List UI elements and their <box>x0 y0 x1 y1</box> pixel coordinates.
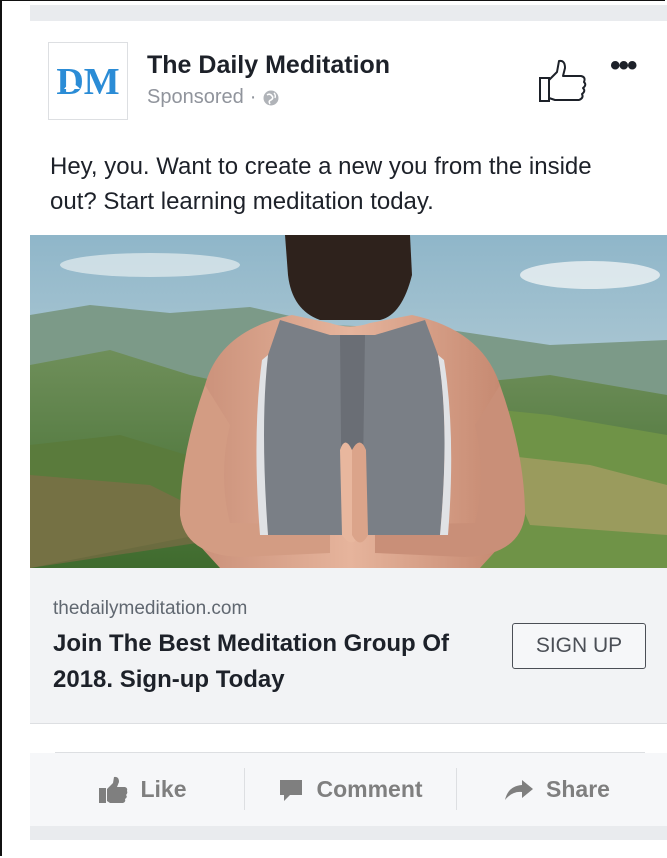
link-preview[interactable]: thedailymeditation.com Join The Best Med… <box>30 568 667 724</box>
meta-separator: · <box>249 86 257 108</box>
meditation-logo-icon: DM <box>56 61 119 101</box>
svg-text:DM: DM <box>56 61 119 101</box>
like-page-button[interactable] <box>537 58 589 104</box>
like-label: Like <box>140 776 187 802</box>
feed-separator-bottom <box>30 826 667 840</box>
comment-icon <box>280 779 303 801</box>
comment-button[interactable]: Comment <box>245 753 456 826</box>
sponsored-line: Sponsored · <box>147 86 280 109</box>
sponsored-label: Sponsored <box>147 86 244 108</box>
link-domain: thedailymeditation.com <box>53 598 248 619</box>
link-headline[interactable]: Join The Best Meditation Group Of 2018. … <box>53 626 493 698</box>
globe-icon <box>263 90 279 105</box>
comment-label: Comment <box>316 776 423 802</box>
meditation-photo <box>30 235 667 568</box>
share-button[interactable]: Share <box>457 753 657 826</box>
thumbs-up-outline-icon <box>539 59 587 102</box>
post-body-text: Hey, you. Want to create a new you from … <box>50 153 592 215</box>
post-image[interactable] <box>30 235 667 568</box>
page-name-link[interactable]: The Daily Meditation <box>147 51 390 80</box>
feed-separator-top <box>30 5 667 21</box>
more-options-button[interactable]: ••• <box>610 51 637 81</box>
page-avatar-logo[interactable]: DM <box>48 42 128 120</box>
thumbs-up-icon <box>99 776 128 803</box>
post-action-bar: Like Comment Share <box>30 753 667 826</box>
like-button[interactable]: Like <box>40 753 245 826</box>
sign-up-button[interactable]: SIGN UP <box>512 623 646 669</box>
share-arrow-icon <box>505 779 534 800</box>
share-label: Share <box>546 776 610 802</box>
